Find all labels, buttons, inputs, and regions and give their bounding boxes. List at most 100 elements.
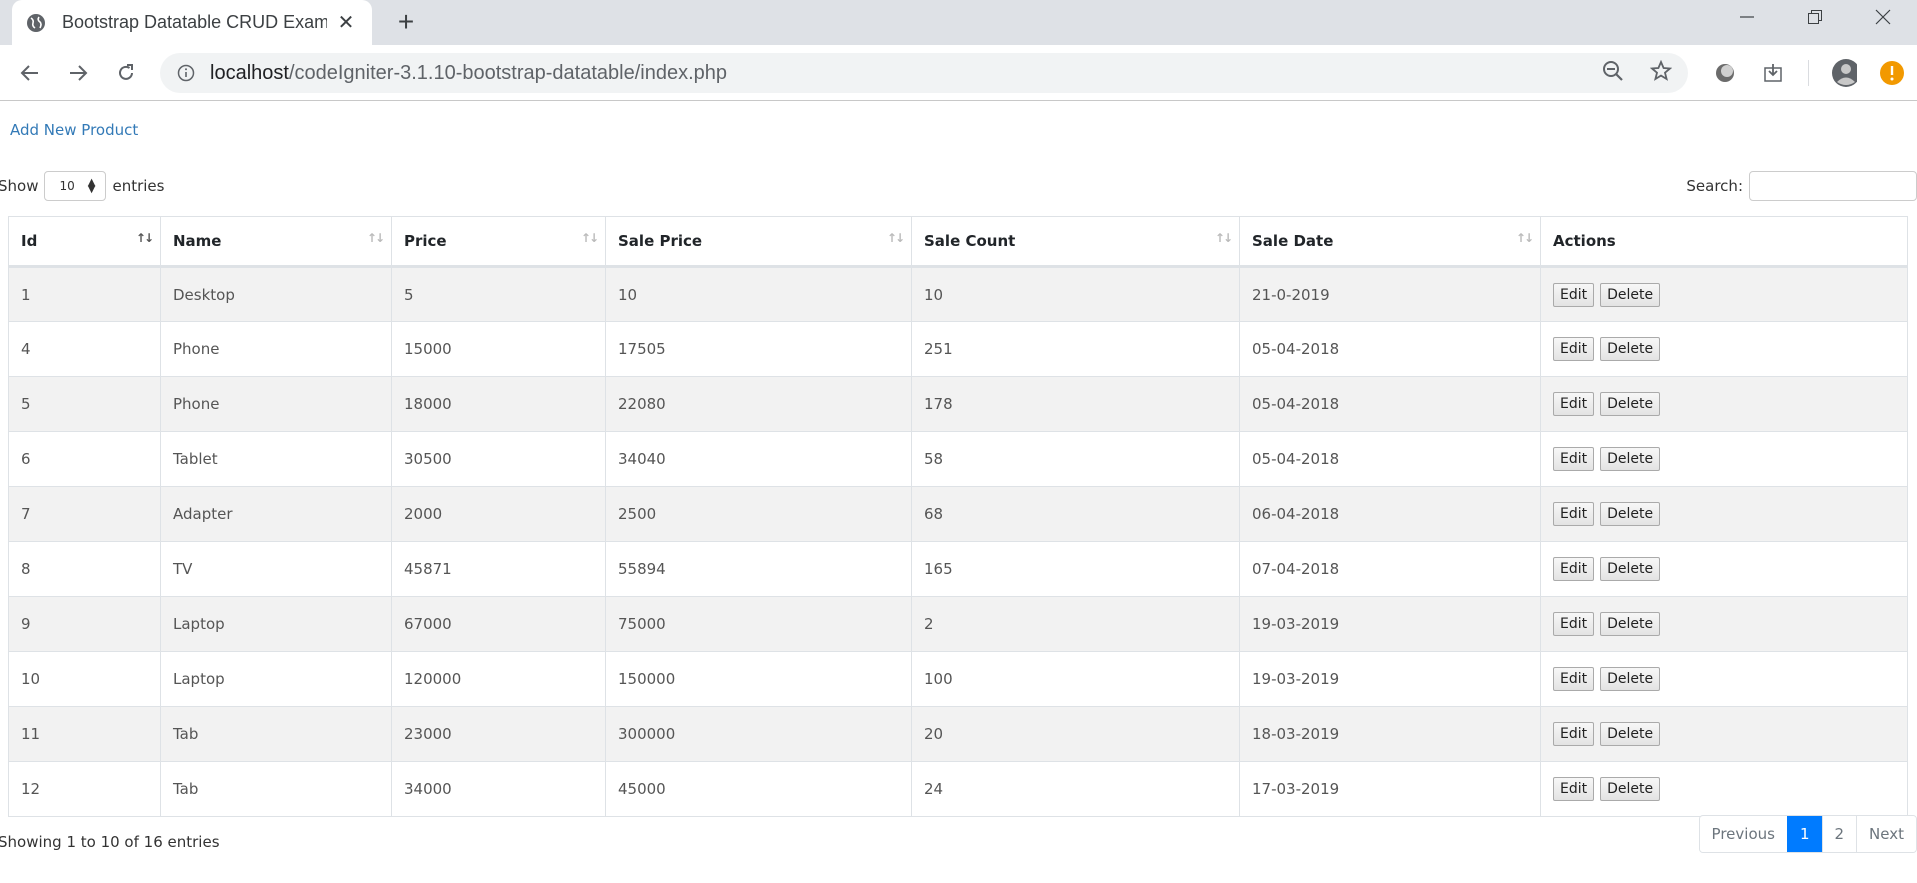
delete-button[interactable]: Delete (1600, 392, 1661, 416)
sort-icon: ↑↓ (1515, 231, 1534, 245)
column-header-sale-count[interactable]: Sale Count ↑↓ (911, 216, 1240, 268)
cell-actions: Edit Delete (1540, 321, 1908, 377)
cell-price: 30500 (391, 431, 606, 487)
search-input[interactable] (1749, 171, 1917, 201)
cell-name: Tab (160, 761, 392, 817)
tab-close-icon[interactable]: ✕ (334, 10, 358, 35)
edit-button[interactable]: Edit (1553, 557, 1595, 581)
cell-sale-count: 100 (911, 651, 1240, 707)
close-window-icon[interactable] (1849, 0, 1917, 34)
add-new-product-link[interactable]: Add New Product (10, 121, 138, 139)
delete-button[interactable]: Delete (1600, 612, 1661, 636)
delete-button[interactable]: Delete (1600, 722, 1661, 746)
restore-icon[interactable] (1781, 0, 1849, 34)
extension-download-icon[interactable] (1760, 55, 1786, 91)
cell-id: 12 (8, 761, 161, 817)
column-header-id[interactable]: Id ↑↓ (8, 216, 161, 268)
table-row: 9 Laptop 67000 75000 2 19-03-2019 Edit Delete (8, 596, 1908, 652)
delete-button[interactable]: Delete (1600, 557, 1661, 581)
edit-button[interactable]: Edit (1553, 447, 1595, 471)
table-body: 1 Desktop 5 10 10 21-0-2019 Edit Delete 4 Phone 15… (8, 266, 1908, 817)
cell-price: 15000 (391, 321, 606, 377)
pagination-page-1[interactable]: 1 (1786, 816, 1822, 852)
cell-sale-price: 34040 (605, 431, 912, 487)
column-header-actions: Actions (1540, 216, 1908, 268)
url-text: localhost/codeIgniter-3.1.10-bootstrap-d… (210, 61, 728, 84)
cell-actions: Edit Delete (1540, 486, 1908, 542)
delete-button[interactable]: Delete (1600, 502, 1661, 526)
cell-sale-price: 45000 (605, 761, 912, 817)
column-header-name[interactable]: Name ↑↓ (160, 216, 392, 268)
sort-icon: ↑↓ (366, 231, 385, 245)
back-arrow-icon[interactable] (12, 55, 48, 91)
pagination-next[interactable]: Next (1856, 816, 1916, 852)
sort-icon: ↑↓ (886, 231, 905, 245)
edit-button[interactable]: Edit (1553, 282, 1595, 307)
pagination-previous[interactable]: Previous (1699, 816, 1787, 852)
cell-price: 23000 (391, 706, 606, 762)
edit-button[interactable]: Edit (1553, 337, 1595, 361)
cell-sale-price: 55894 (605, 541, 912, 597)
delete-button[interactable]: Delete (1600, 337, 1661, 361)
edit-button[interactable]: Edit (1553, 722, 1595, 746)
bookmark-star-icon[interactable] (1649, 59, 1673, 87)
column-header-sale-date[interactable]: Sale Date ↑↓ (1239, 216, 1541, 268)
column-header-price[interactable]: Price ↑↓ (391, 216, 606, 268)
forward-arrow-icon[interactable] (60, 55, 96, 91)
edit-button[interactable]: Edit (1553, 502, 1595, 526)
cell-price: 67000 (391, 596, 606, 652)
cell-sale-count: 20 (911, 706, 1240, 762)
pagination: Previous 1 2 Next (1698, 815, 1917, 853)
cell-name: Laptop (160, 651, 392, 707)
entries-length-select[interactable]: 10 ▲ ▼ (44, 171, 107, 201)
sort-icon: ↑↓ (135, 231, 154, 245)
pagination-page-2[interactable]: 2 (1821, 816, 1857, 852)
edit-button[interactable]: Edit (1553, 392, 1595, 416)
new-tab-button[interactable]: + (390, 6, 422, 38)
table-row: 12 Tab 34000 45000 24 17-03-2019 Edit Delete (8, 761, 1908, 817)
cell-name: TV (160, 541, 392, 597)
cell-actions: Edit Delete (1540, 596, 1908, 652)
info-icon[interactable] (176, 63, 196, 83)
cell-actions: Edit Delete (1540, 431, 1908, 487)
profile-avatar-icon[interactable] (1831, 55, 1857, 91)
cell-sale-count: 68 (911, 486, 1240, 542)
zoom-out-icon[interactable] (1602, 60, 1624, 87)
column-header-sale-price[interactable]: Sale Price ↑↓ (605, 216, 912, 268)
cell-price: 45871 (391, 541, 606, 597)
delete-button[interactable]: Delete (1600, 777, 1661, 801)
reload-icon[interactable] (108, 55, 144, 91)
window-controls (1713, 0, 1917, 34)
cell-name: Phone (160, 321, 392, 377)
edit-button[interactable]: Edit (1553, 777, 1595, 801)
cell-id: 7 (8, 486, 161, 542)
table-row: 10 Laptop 120000 150000 100 19-03-2019 Edit Del… (8, 651, 1908, 707)
cell-id: 11 (8, 706, 161, 762)
page-content: Add New Product Show 10 ▲ ▼ entries Searc… (0, 101, 1917, 883)
cell-sale-price: 17505 (605, 321, 912, 377)
delete-button[interactable]: Delete (1600, 447, 1661, 471)
delete-button[interactable]: Delete (1600, 282, 1661, 307)
delete-button[interactable]: Delete (1600, 667, 1661, 691)
globe-icon (26, 13, 46, 33)
table-row: 11 Tab 23000 300000 20 18-03-2019 Edit Delete (8, 706, 1908, 762)
address-bar[interactable]: localhost/codeIgniter-3.1.10-bootstrap-d… (160, 53, 1688, 93)
update-alert-icon[interactable] (1879, 55, 1905, 91)
length-value: 10 (59, 179, 75, 193)
cell-sale-date: 05-04-2018 (1239, 321, 1541, 377)
cell-actions: Edit Delete (1540, 706, 1908, 762)
cell-sale-count: 10 (911, 266, 1240, 322)
cell-price: 5 (391, 266, 606, 322)
sort-icon: ↑↓ (1214, 231, 1233, 245)
cell-price: 18000 (391, 376, 606, 432)
minimize-icon[interactable] (1713, 0, 1781, 34)
cell-id: 6 (8, 431, 161, 487)
cell-sale-date: 18-03-2019 (1239, 706, 1541, 762)
edit-button[interactable]: Edit (1553, 612, 1595, 636)
browser-toolbar: localhost/codeIgniter-3.1.10-bootstrap-d… (0, 45, 1917, 101)
extension-circle-icon[interactable] (1712, 55, 1738, 91)
cell-sale-price: 75000 (605, 596, 912, 652)
browser-tab[interactable]: Bootstrap Datatable CRUD Example ✕ (12, 0, 372, 45)
cell-sale-date: 19-03-2019 (1239, 596, 1541, 652)
edit-button[interactable]: Edit (1553, 667, 1595, 691)
